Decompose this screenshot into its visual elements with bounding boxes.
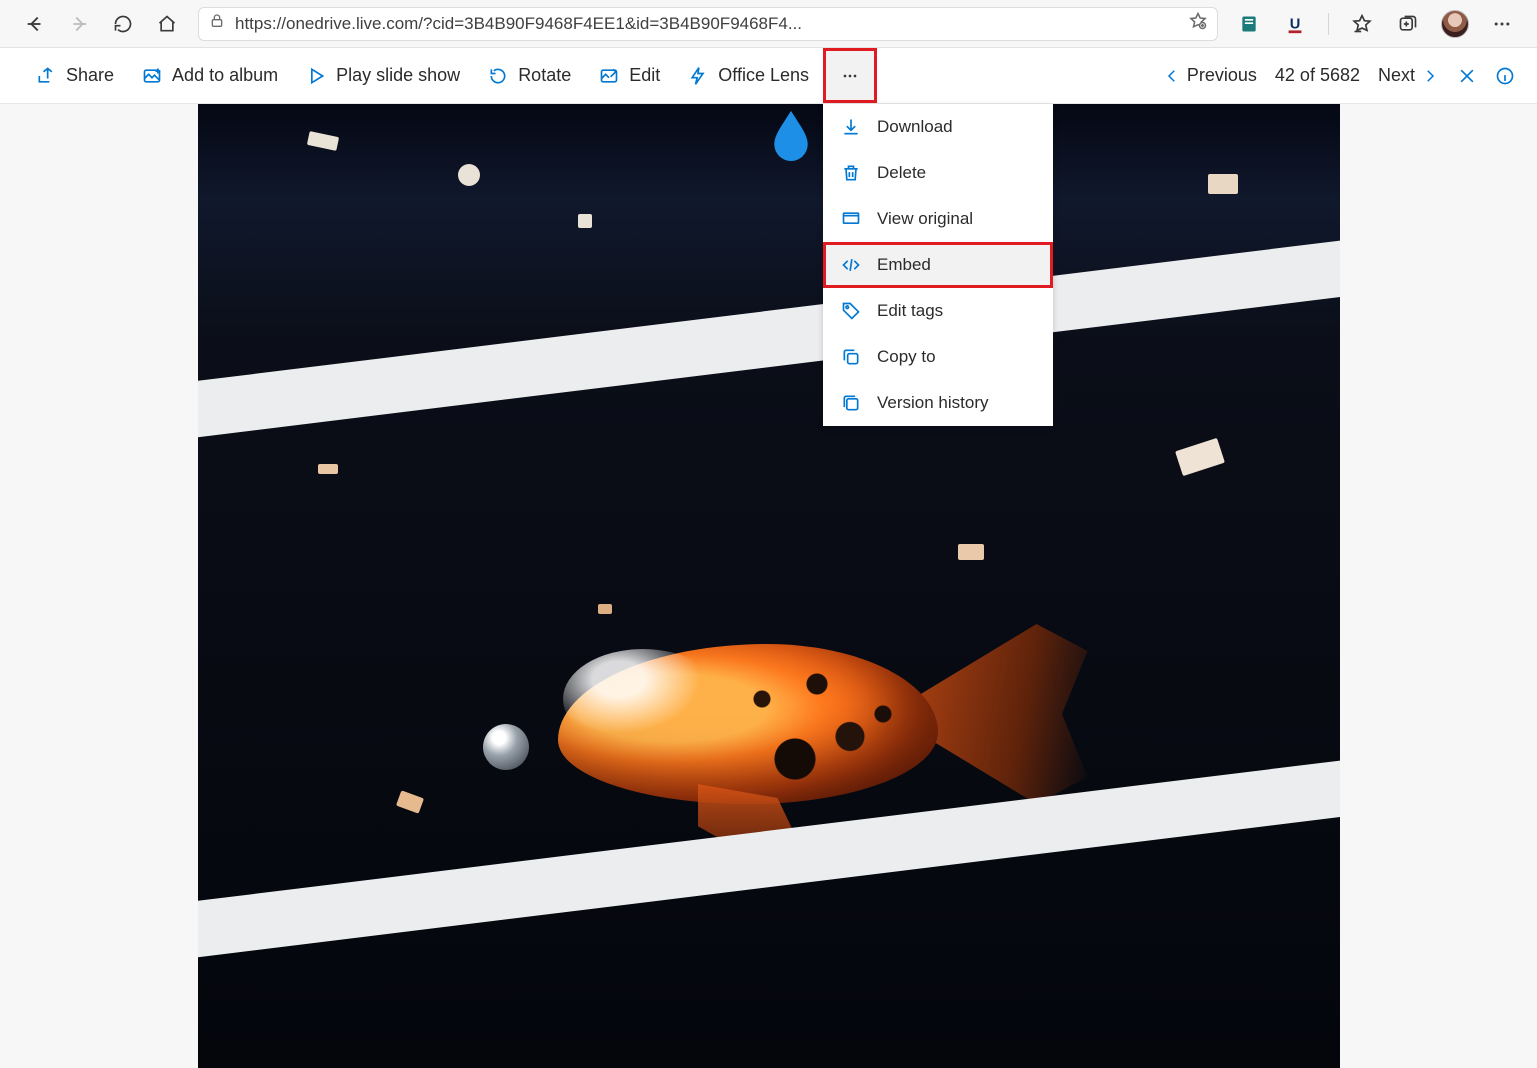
speck <box>1175 438 1225 476</box>
menu-edit-tags[interactable]: Edit tags <box>823 288 1053 334</box>
back-button[interactable] <box>22 11 48 37</box>
refresh-icon <box>113 14 133 34</box>
share-icon <box>36 66 56 86</box>
rotate-icon <box>488 66 508 86</box>
info-button[interactable] <box>1495 66 1515 86</box>
onedrive-command-bar: Share Add to album Play slide show Rotat… <box>0 48 1537 104</box>
speck <box>318 464 338 474</box>
share-button[interactable]: Share <box>22 48 128 103</box>
slideshow-button[interactable]: Play slide show <box>292 48 474 103</box>
version-history-icon <box>841 393 861 413</box>
next-button[interactable]: Next <box>1378 65 1439 86</box>
home-icon <box>157 14 177 34</box>
collections-button[interactable] <box>1395 11 1421 37</box>
extension-reader-icon[interactable] <box>1236 11 1262 37</box>
menu-view-original[interactable]: View original <box>823 196 1053 242</box>
favorites-button[interactable] <box>1349 11 1375 37</box>
chevron-left-icon <box>1163 67 1181 85</box>
svg-text:U: U <box>1290 16 1301 32</box>
page-counter: 42 of 5682 <box>1275 65 1360 86</box>
close-icon <box>1457 66 1477 86</box>
next-label: Next <box>1378 65 1415 86</box>
menu-download[interactable]: Download <box>823 104 1053 150</box>
browser-menu-button[interactable] <box>1489 11 1515 37</box>
lock-icon <box>209 13 225 34</box>
speck <box>578 214 592 228</box>
menu-version-history[interactable]: Version history <box>823 380 1053 426</box>
menu-edit-tags-label: Edit tags <box>877 301 943 321</box>
browser-right-controls: U <box>1236 10 1515 38</box>
info-icon <box>1495 66 1515 86</box>
rotate-label: Rotate <box>518 65 571 86</box>
close-button[interactable] <box>1457 66 1477 86</box>
address-bar[interactable]: https://onedrive.live.com/?cid=3B4B90F94… <box>198 7 1218 41</box>
menu-embed-label: Embed <box>877 255 931 275</box>
speck <box>1208 174 1238 194</box>
koi-fish <box>518 584 1058 844</box>
profile-avatar[interactable] <box>1441 10 1469 38</box>
album-add-icon <box>142 66 162 86</box>
edit-photo-icon <box>599 66 619 86</box>
menu-view-original-label: View original <box>877 209 973 229</box>
more-commands-menu: Download Delete View original Embed Edit… <box>823 104 1053 426</box>
browser-toolbar: https://onedrive.live.com/?cid=3B4B90F94… <box>0 0 1537 48</box>
pager-controls: Previous 42 of 5682 Next <box>1163 65 1515 86</box>
add-to-album-button[interactable]: Add to album <box>128 48 292 103</box>
tag-icon <box>841 301 861 321</box>
office-lens-label: Office Lens <box>718 65 809 86</box>
menu-copy-to-label: Copy to <box>877 347 936 367</box>
ellipsis-icon <box>840 66 860 86</box>
extension-u-icon[interactable]: U <box>1282 11 1308 37</box>
water-drop-overlay-icon <box>768 109 814 161</box>
menu-version-history-label: Version history <box>877 393 989 413</box>
refresh-button[interactable] <box>110 11 136 37</box>
chevron-right-icon <box>1421 67 1439 85</box>
menu-download-label: Download <box>877 117 953 137</box>
divider <box>1328 13 1329 35</box>
trash-icon <box>841 163 861 183</box>
home-button[interactable] <box>154 11 180 37</box>
menu-delete-label: Delete <box>877 163 926 183</box>
menu-copy-to[interactable]: Copy to <box>823 334 1053 380</box>
speck <box>306 131 338 151</box>
menu-embed[interactable]: Embed <box>823 242 1053 288</box>
lightning-icon <box>688 66 708 86</box>
speck <box>958 544 984 560</box>
edit-label: Edit <box>629 65 660 86</box>
download-icon <box>841 117 861 137</box>
arrow-left-icon <box>24 13 46 35</box>
play-icon <box>306 66 326 86</box>
code-icon <box>841 255 861 275</box>
edit-button[interactable]: Edit <box>585 48 674 103</box>
rotate-button[interactable]: Rotate <box>474 48 585 103</box>
slideshow-label: Play slide show <box>336 65 460 86</box>
office-lens-button[interactable]: Office Lens <box>674 48 823 103</box>
add-to-album-label: Add to album <box>172 65 278 86</box>
forward-button <box>66 11 92 37</box>
menu-delete[interactable]: Delete <box>823 150 1053 196</box>
previous-label: Previous <box>1187 65 1257 86</box>
photo-viewport[interactable] <box>198 104 1340 1068</box>
more-commands-button[interactable]: Download Delete View original Embed Edit… <box>823 48 877 103</box>
screen-icon <box>841 209 861 229</box>
speck <box>458 164 480 186</box>
add-favorite-icon[interactable] <box>1189 12 1207 35</box>
previous-button[interactable]: Previous <box>1163 65 1257 86</box>
speck <box>395 790 423 813</box>
arrow-right-icon <box>68 13 90 35</box>
share-label: Share <box>66 65 114 86</box>
copy-icon <box>841 347 861 367</box>
url-text: https://onedrive.live.com/?cid=3B4B90F94… <box>235 14 1179 34</box>
photo-stage <box>0 104 1537 1068</box>
